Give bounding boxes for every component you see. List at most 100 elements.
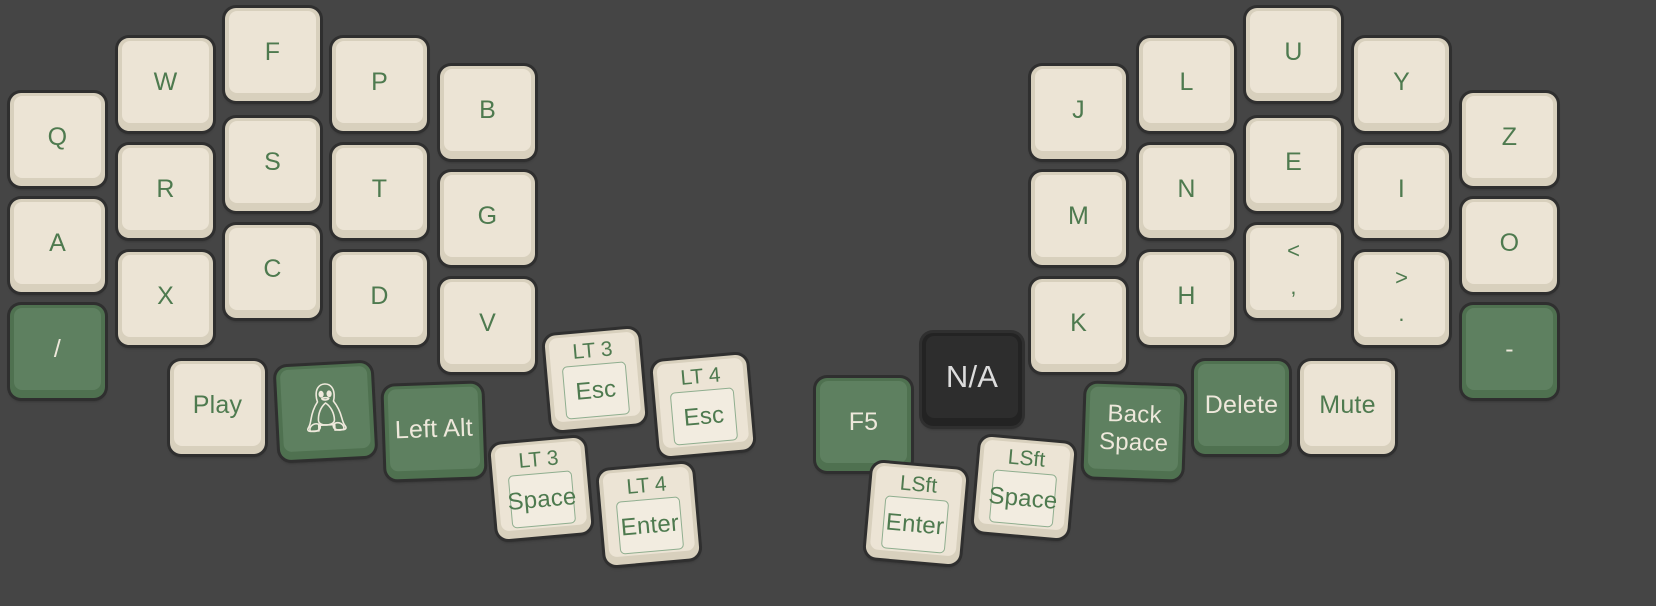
keycap-face: - xyxy=(1466,308,1553,390)
key-legend: R xyxy=(156,174,175,203)
keycap-face: LT 4 Enter xyxy=(602,466,696,558)
key-linux[interactable] xyxy=(275,362,376,461)
key-lt3-space[interactable]: LT 3 Space xyxy=(490,437,592,540)
keyboard-layout-canvas: Q A / W R X F S C P T D B G V Play Left … xyxy=(0,0,1656,606)
key-legend: Z xyxy=(1501,122,1518,151)
key-minus[interactable]: - xyxy=(1462,305,1557,398)
key-legend: Delete xyxy=(1204,390,1279,419)
key-t[interactable]: T xyxy=(332,145,427,238)
key-s[interactable]: S xyxy=(225,118,320,211)
key-na[interactable]: N/A xyxy=(922,333,1022,426)
key-lsft-space[interactable]: LSft Space xyxy=(973,436,1075,539)
keycap-face: LT 3 Space xyxy=(494,440,588,532)
key-legend: Enter xyxy=(619,509,681,542)
key-legend: K xyxy=(1070,308,1087,337)
key-play[interactable]: Play xyxy=(170,361,265,454)
keycap-face xyxy=(279,365,371,453)
key-legend: Play xyxy=(192,390,243,419)
key-inner-box: Enter xyxy=(615,496,685,555)
keycap-face: T xyxy=(336,148,423,230)
keycap-face: D xyxy=(336,255,423,337)
key-w[interactable]: W xyxy=(118,38,213,131)
key-m[interactable]: M xyxy=(1031,172,1126,265)
keycap-face: Play xyxy=(174,364,261,446)
key-mute[interactable]: Mute xyxy=(1300,361,1395,454)
keycap-face: P xyxy=(336,41,423,123)
key-v[interactable]: V xyxy=(440,279,535,372)
key-inner-box: Esc xyxy=(561,361,631,420)
key-legend-shifted: < xyxy=(1287,238,1300,263)
key-layer-label: LT 4 xyxy=(625,472,668,499)
key-layer-label: LT 3 xyxy=(571,337,614,364)
key-delete[interactable]: Delete xyxy=(1194,361,1289,454)
key-p[interactable]: P xyxy=(332,38,427,131)
key-legend: L xyxy=(1179,67,1194,96)
key-comma[interactable]: < , xyxy=(1246,225,1341,318)
key-i[interactable]: I xyxy=(1354,145,1449,238)
key-legend: Q xyxy=(47,122,68,151)
keycap-face: LSft Space xyxy=(977,439,1071,531)
key-legend: / xyxy=(53,334,62,363)
key-legend-stack: > . xyxy=(1395,267,1408,325)
key-period[interactable]: > . xyxy=(1354,252,1449,345)
keycap-face: Q xyxy=(14,96,101,178)
key-q[interactable]: Q xyxy=(10,93,105,186)
key-lt4-esc[interactable]: LT 4 Esc xyxy=(652,354,754,457)
key-b[interactable]: B xyxy=(440,66,535,159)
key-backspace[interactable]: Back Space xyxy=(1083,383,1185,480)
key-slash[interactable]: / xyxy=(10,305,105,398)
key-layer-label: LT 3 xyxy=(517,446,560,473)
keycap-face: Left Alt xyxy=(387,386,481,472)
key-legend: F xyxy=(264,37,281,66)
key-legend: Space xyxy=(506,482,578,516)
key-e[interactable]: E xyxy=(1246,118,1341,211)
key-left-alt[interactable]: Left Alt xyxy=(383,383,485,480)
keycap-face: Delete xyxy=(1198,364,1285,446)
key-j[interactable]: J xyxy=(1031,66,1126,159)
keycap-face: Z xyxy=(1466,96,1553,178)
key-legend: J xyxy=(1072,95,1085,124)
key-legend-shifted: > xyxy=(1395,265,1408,290)
key-legend: Left Alt xyxy=(394,413,474,445)
key-legend: . xyxy=(1398,301,1405,326)
key-y[interactable]: Y xyxy=(1354,38,1449,131)
key-legend: U xyxy=(1284,37,1303,66)
key-c[interactable]: C xyxy=(225,225,320,318)
keycap-face: < , xyxy=(1250,228,1337,310)
key-a[interactable]: A xyxy=(10,199,105,292)
key-d[interactable]: D xyxy=(332,252,427,345)
keycap-face: A xyxy=(14,202,101,284)
key-legend: Enter xyxy=(884,508,946,541)
keycap-face: M xyxy=(1035,175,1122,257)
key-legend: N/A xyxy=(945,358,999,394)
key-lsft-enter[interactable]: LSft Enter xyxy=(865,462,967,565)
key-f[interactable]: F xyxy=(225,8,320,101)
key-legend: B xyxy=(479,95,496,124)
key-legend: E xyxy=(1285,147,1302,176)
key-inner-box: Esc xyxy=(669,387,739,446)
key-legend: G xyxy=(477,201,498,230)
key-g[interactable]: G xyxy=(440,172,535,265)
key-o[interactable]: O xyxy=(1462,199,1557,292)
key-legend: S xyxy=(264,147,281,176)
key-legend: Space xyxy=(987,481,1059,515)
key-r[interactable]: R xyxy=(118,145,213,238)
key-u[interactable]: U xyxy=(1246,8,1341,101)
key-n[interactable]: N xyxy=(1139,145,1234,238)
key-h[interactable]: H xyxy=(1139,252,1234,345)
key-layer-label: LT 4 xyxy=(679,363,722,390)
key-legend: , xyxy=(1290,274,1297,299)
key-z[interactable]: Z xyxy=(1462,93,1557,186)
key-l[interactable]: L xyxy=(1139,38,1234,131)
key-inner-box: Space xyxy=(987,469,1059,528)
key-legend: D xyxy=(370,281,389,310)
key-legend: Back Space xyxy=(1098,399,1169,458)
key-lt4-enter[interactable]: LT 4 Enter xyxy=(598,463,700,566)
keycap-face: F xyxy=(229,11,316,93)
key-k[interactable]: K xyxy=(1031,279,1126,372)
keycap-face: N xyxy=(1143,148,1230,230)
key-legend: N xyxy=(1177,174,1196,203)
key-f5[interactable]: F5 xyxy=(816,378,911,471)
key-lt3-esc[interactable]: LT 3 Esc xyxy=(544,328,646,431)
key-x[interactable]: X xyxy=(118,252,213,345)
